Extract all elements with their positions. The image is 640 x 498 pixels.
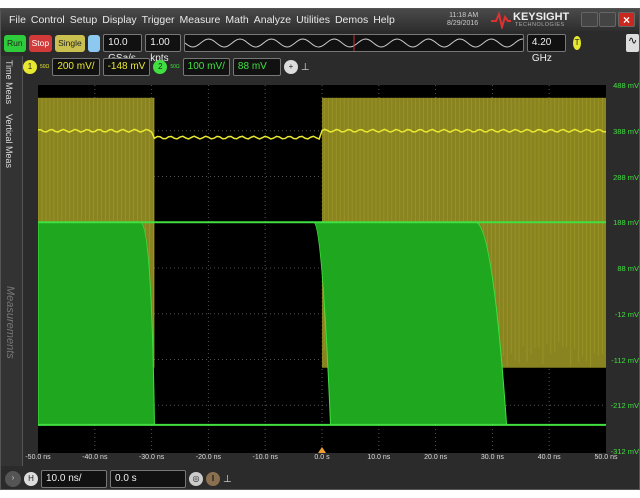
tab-measurements[interactable]: Measurements [4, 286, 16, 359]
stop-button[interactable]: Stop [29, 35, 53, 52]
time-scale[interactable]: 10.0 ns/ [41, 470, 107, 488]
x-tick-label: -50.0 ns [25, 454, 50, 461]
ch2-persistence [38, 222, 154, 425]
trigger-button[interactable]: T [573, 36, 581, 50]
menu-math[interactable]: Math [225, 14, 248, 26]
oscilloscope-window: File Control Setup Display Trigger Measure Mat… [0, 8, 640, 490]
menu-display[interactable]: Display [102, 14, 136, 26]
x-tick-label: -40.0 ns [82, 454, 107, 461]
x-tick-label: 0.0 s [314, 454, 329, 461]
expand-icon[interactable]: › [5, 471, 21, 487]
clock-time: 11:18 AM [447, 12, 478, 20]
channel-bar: 1 50Ω 200 mV/ -148 mV 2 50Ω 100 mV/ 88 m… [23, 56, 310, 78]
bandwidth[interactable]: 4.20 GHz [527, 34, 566, 52]
close-button[interactable]: × [618, 12, 635, 27]
x-tick-label: 40.0 ns [538, 454, 561, 461]
maximize-button[interactable] [599, 12, 616, 27]
ch1-impedance: 50Ω [40, 64, 49, 70]
keysight-wave-icon [491, 11, 511, 29]
x-tick-label: 30.0 ns [481, 454, 504, 461]
side-panel: Time Meas Vertical Meas Measurements [1, 56, 23, 466]
channel-2-button[interactable]: 2 [153, 60, 167, 74]
tab-time-meas[interactable]: Time Meas [4, 60, 14, 104]
clock: 11:18 AM 8/29/2016 [447, 12, 478, 28]
x-tick-label: -20.0 ns [196, 454, 221, 461]
menu-analyze[interactable]: Analyze [254, 14, 291, 26]
memory-depth[interactable]: 1.00 kpts [145, 34, 181, 52]
x-axis-labels: -50.0 ns -40.0 ns -30.0 ns -20.0 ns -10.0 ns… [1, 454, 640, 466]
brand-sub: TECHNOLOGIES [515, 22, 565, 28]
y-tick-label: 388 mV [613, 127, 639, 136]
time-position[interactable]: 0.0 s [110, 470, 186, 488]
menu-trigger[interactable]: Trigger [142, 14, 175, 26]
menu-help[interactable]: Help [373, 14, 395, 26]
x-tick-label: 50.0 ns [595, 454, 618, 461]
menu-measure[interactable]: Measure [180, 14, 221, 26]
zoom-icon[interactable]: ◎ [189, 472, 203, 486]
pin-icon[interactable]: ⊥ [223, 474, 232, 485]
ch1-offset[interactable]: -148 mV [103, 58, 151, 76]
ch2-offset[interactable]: 88 mV [233, 58, 281, 76]
minimize-button[interactable] [581, 12, 598, 27]
waveform-display[interactable] [38, 85, 606, 453]
menu-control[interactable]: Control [31, 14, 65, 26]
y-tick-label: -112 mV [611, 356, 639, 365]
run-button[interactable]: Run [4, 35, 26, 52]
x-tick-label: -10.0 ns [253, 454, 278, 461]
overview-wave-icon [185, 35, 523, 51]
ch2-impedance: 50Ω [170, 64, 179, 70]
tab-vertical-meas[interactable]: Vertical Meas [4, 114, 14, 168]
clock-date: 8/29/2016 [447, 20, 478, 28]
add-channel-icon[interactable]: + [284, 60, 298, 74]
pin-icon[interactable]: ⊥ [301, 62, 310, 73]
y-tick-label: -12 mV [615, 310, 639, 319]
waveform-svg [38, 85, 606, 453]
y-tick-label: -212 mV [611, 401, 639, 410]
x-tick-label: -30.0 ns [139, 454, 164, 461]
pause-icon[interactable]: ‖ [206, 472, 220, 486]
toolbar: Run Stop Single 10.0 GSa/s 1.00 kpts 4.2… [1, 32, 639, 54]
y-tick-label: 288 mV [613, 173, 639, 182]
ch2-persistence [313, 222, 506, 425]
waveform-overview[interactable] [184, 34, 524, 52]
y-tick-label: 188 mV [613, 218, 639, 227]
single-button[interactable]: Single [55, 35, 85, 52]
waveform-toggle-icon[interactable]: ∿ [626, 34, 639, 52]
ch2-scale[interactable]: 100 mV/ [183, 58, 230, 76]
keysight-logo: KEYSIGHT TECHNOLOGIES [491, 11, 571, 29]
menu-utilities[interactable]: Utilities [296, 14, 330, 26]
horizontal-bar: › H 10.0 ns/ 0.0 s ◎ ‖ ⊥ [1, 467, 639, 491]
autoscale-icon[interactable] [88, 35, 100, 52]
sample-rate[interactable]: 10.0 GSa/s [103, 34, 142, 52]
x-tick-label: 20.0 ns [424, 454, 447, 461]
y-tick-label: 488 mV [613, 81, 639, 90]
x-tick-label: 10.0 ns [367, 454, 390, 461]
y-tick-label: 88 mV [617, 264, 639, 273]
y-axis-labels: 488 mV 388 mV 288 mV 188 mV 88 mV -12 mV -112 … [607, 81, 640, 461]
menu-demos[interactable]: Demos [335, 14, 368, 26]
menu-setup[interactable]: Setup [70, 14, 97, 26]
channel-1-button[interactable]: 1 [23, 60, 37, 74]
horizontal-button[interactable]: H [24, 472, 38, 486]
ch1-scale[interactable]: 200 mV/ [52, 58, 99, 76]
trigger-marker [318, 447, 326, 453]
menu-file[interactable]: File [9, 14, 26, 26]
